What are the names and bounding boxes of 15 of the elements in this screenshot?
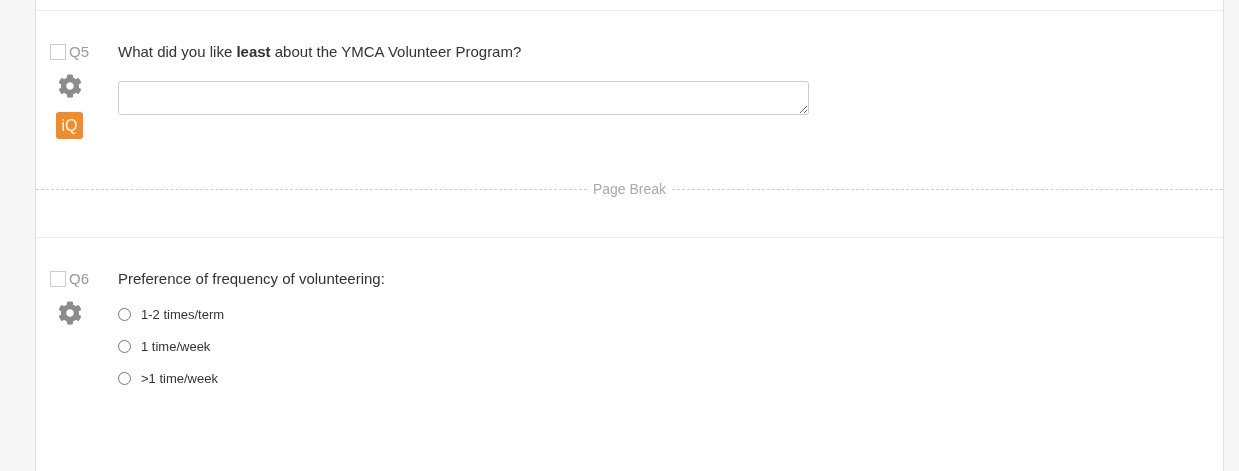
radio-option[interactable]: >1 time/week <box>118 371 1223 386</box>
settings-icon[interactable] <box>57 74 82 98</box>
question-text: Preference of frequency of volunteering: <box>118 270 386 287</box>
radio-option[interactable]: 1 time/week <box>118 339 1223 354</box>
radio-icon[interactable] <box>118 308 131 321</box>
page-break-label: Page Break <box>592 181 667 197</box>
question-text: What did you like least about the YMCA Volunteer Program? <box>118 43 523 60</box>
question-number: Q6 <box>69 270 89 287</box>
radio-icon[interactable] <box>118 372 131 385</box>
checkbox[interactable] <box>50 43 66 60</box>
question-number: Q5 <box>69 43 89 60</box>
settings-icon[interactable] <box>57 301 82 325</box>
radio-option[interactable]: 1-2 times/term <box>118 307 1223 322</box>
checkbox[interactable] <box>50 270 66 287</box>
radio-icon[interactable] <box>118 340 131 353</box>
